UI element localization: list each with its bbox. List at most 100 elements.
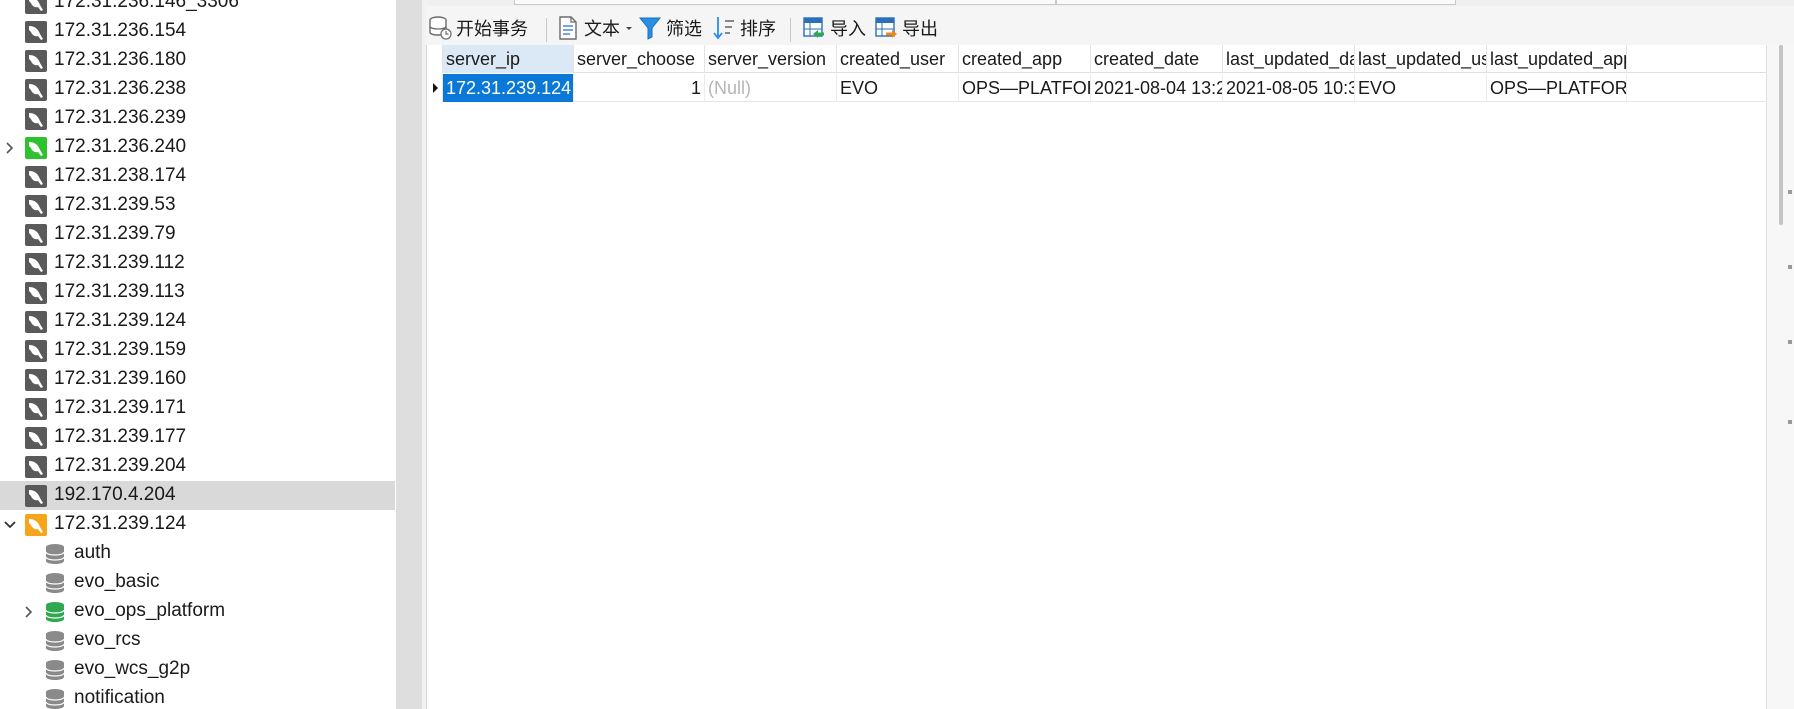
database-item[interactable]: evo_ops_platform — [0, 597, 395, 626]
export-table-icon — [875, 17, 897, 38]
table-data-view: 开始事务 文本 筛选 排序 导入 导出 server_ip server_cho… — [426, 0, 1794, 709]
column-header[interactable]: last_updated_date — [1223, 45, 1355, 73]
connection-item[interactable]: 172.31.239.124 — [0, 307, 395, 336]
column-header[interactable]: server_ip — [443, 45, 574, 73]
chevron-down-icon[interactable] — [624, 23, 634, 33]
connection-label: 172.31.239.160 — [54, 368, 187, 389]
column-header[interactable]: last_updated_app — [1487, 45, 1627, 73]
table-cell[interactable]: OPS—PLATFORM — [1487, 74, 1627, 102]
mysql-connection-icon — [25, 398, 47, 420]
database-item[interactable]: evo_wcs_g2p — [0, 655, 395, 684]
database-item[interactable]: auth — [0, 539, 395, 568]
export-label: 导出 — [902, 19, 938, 39]
connection-label: 172.31.239.177 — [54, 426, 187, 447]
import-button[interactable]: 导入 — [802, 14, 866, 42]
row-indicator[interactable] — [427, 74, 443, 102]
connection-item[interactable]: 172.31.239.177 — [0, 423, 395, 452]
database-item[interactable]: evo_basic — [0, 568, 395, 597]
grid-scrollbar-thumb[interactable] — [1779, 45, 1783, 225]
navigator-pane: 172.31.236.146_3306 172.31.236.154 172.31.… — [0, 0, 396, 709]
mysql-connection-icon — [25, 224, 47, 246]
import-table-icon — [803, 17, 824, 38]
connection-item[interactable]: 172.31.236.146_3306 — [0, 0, 395, 17]
mysql-connection-icon — [25, 0, 47, 14]
filter-button[interactable]: 筛选 — [638, 14, 702, 42]
grid-scrollbar[interactable] — [1766, 45, 1794, 709]
mysql-connection-icon — [25, 166, 47, 188]
table-cell[interactable]: 172.31.239.124 — [443, 74, 574, 102]
export-button[interactable]: 导出 — [874, 14, 938, 42]
table-cell[interactable]: 2021-08-05 10:30:00 — [1223, 74, 1355, 102]
mysql-connection-icon — [25, 21, 47, 43]
column-header[interactable]: server_choose — [574, 45, 705, 73]
connection-label: 172.31.236.180 — [54, 49, 187, 70]
database-label: evo_basic — [74, 571, 160, 592]
column-header[interactable]: server_version — [705, 45, 837, 73]
database-item[interactable]: evo_rcs — [0, 626, 395, 655]
edge-marker — [1788, 340, 1792, 344]
table-cell[interactable]: (Null) — [705, 74, 837, 102]
connection-label: 172.31.238.174 — [54, 165, 187, 186]
tab[interactable] — [1056, 0, 1456, 5]
mysql-connection-icon — [25, 311, 47, 333]
connection-item[interactable]: 172.31.239.79 — [0, 220, 395, 249]
database-item[interactable]: notification — [0, 684, 395, 709]
connection-item[interactable]: 172.31.239.124 — [0, 510, 395, 539]
connection-label: 172.31.236.154 — [54, 20, 187, 41]
table-cell[interactable]: 2021-08-04 13:20:00 — [1091, 74, 1223, 102]
chevron-right-icon[interactable] — [3, 141, 17, 155]
navigator-scrollbar[interactable] — [396, 0, 422, 709]
connection-label: 172.31.236.239 — [54, 107, 187, 128]
connection-item[interactable]: 172.31.238.174 — [0, 162, 395, 191]
mysql-connection-icon — [25, 514, 47, 536]
connection-item[interactable]: 172.31.239.53 — [0, 191, 395, 220]
text-view-label: 文本 — [584, 19, 620, 39]
data-grid[interactable]: server_ip server_choose server_version crea… — [426, 45, 1766, 709]
connection-item[interactable]: 172.31.236.240 — [0, 133, 395, 162]
database-icon — [45, 660, 65, 680]
database-label: evo_wcs_g2p — [74, 658, 191, 679]
connection-item[interactable]: 172.31.239.159 — [0, 336, 395, 365]
mysql-connection-icon — [25, 195, 47, 217]
table-row[interactable]: 172.31.239.1241(Null)EVOOPS—PLATFORM2021… — [427, 74, 1766, 102]
connection-item[interactable]: 172.31.236.154 — [0, 17, 395, 46]
edge-marker — [1788, 190, 1792, 194]
connection-item[interactable]: 172.31.239.204 — [0, 452, 395, 481]
table-cell[interactable]: EVO — [1355, 74, 1487, 102]
chevron-right-icon[interactable] — [22, 605, 36, 619]
connection-item[interactable]: 172.31.236.180 — [0, 46, 395, 75]
column-header[interactable]: created_date — [1091, 45, 1223, 73]
connection-item[interactable]: 172.31.239.112 — [0, 249, 395, 278]
column-header[interactable]: last_updated_user — [1355, 45, 1487, 73]
current-row-arrow-icon — [433, 83, 438, 93]
connection-item[interactable]: 172.31.236.238 — [0, 75, 395, 104]
chevron-down-icon[interactable] — [3, 518, 17, 532]
connection-label: 172.31.236.240 — [54, 136, 187, 157]
database-icon — [45, 573, 65, 593]
table-cell[interactable]: OPS—PLATFORM — [959, 74, 1091, 102]
connection-item[interactable]: 172.31.239.113 — [0, 278, 395, 307]
mysql-connection-icon — [25, 253, 47, 275]
connection-item[interactable]: 192.170.4.204 — [0, 481, 395, 510]
column-header[interactable]: created_user — [837, 45, 959, 73]
table-cell[interactable]: EVO — [837, 74, 959, 102]
column-header[interactable]: created_app — [959, 45, 1091, 73]
database-label: notification — [74, 687, 165, 708]
connection-label: 172.31.236.146_3306 — [54, 0, 239, 12]
connection-item[interactable]: 172.31.239.160 — [0, 365, 395, 394]
mysql-connection-icon — [25, 282, 47, 304]
tab[interactable] — [514, 0, 1056, 5]
connection-item[interactable]: 172.31.239.171 — [0, 394, 395, 423]
text-view-button[interactable]: 文本 — [556, 14, 634, 42]
connection-label: 172.31.239.113 — [54, 281, 185, 302]
table-cell[interactable]: 1 — [574, 74, 705, 102]
begin-transaction-button[interactable]: 开始事务 — [428, 14, 528, 42]
mysql-connection-icon — [25, 79, 47, 101]
filter-label: 筛选 — [666, 19, 702, 39]
connection-item[interactable]: 172.31.236.239 — [0, 104, 395, 133]
mysql-connection-icon — [25, 485, 47, 507]
sort-label: 排序 — [740, 19, 776, 39]
sort-button[interactable]: 排序 — [712, 14, 776, 42]
edge-marker — [1788, 265, 1792, 269]
database-icon — [45, 689, 65, 709]
